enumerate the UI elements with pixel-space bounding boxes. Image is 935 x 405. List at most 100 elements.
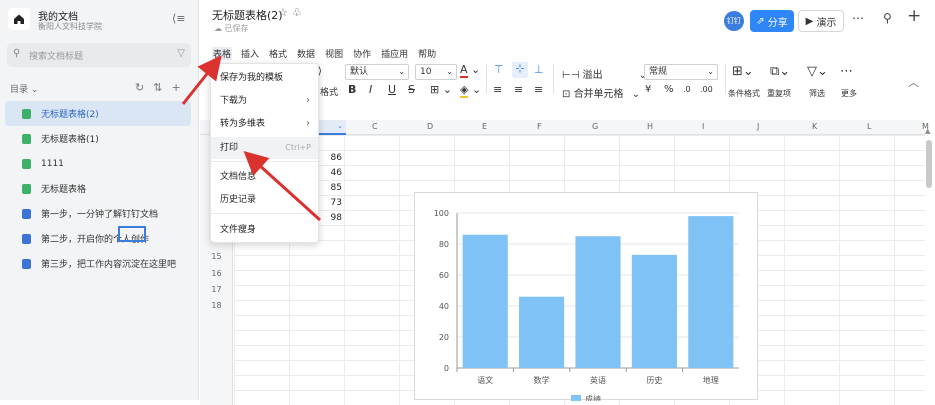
refresh-icon[interactable]: ↻ — [135, 81, 153, 94]
share-button[interactable]: ⇗ 分享 — [750, 10, 794, 32]
collapse-toolbar-icon[interactable]: ︿ — [908, 74, 919, 90]
file-menu-item[interactable]: 历史记录 — [211, 189, 318, 211]
cell-value[interactable]: 85 — [330, 183, 342, 193]
text-overflow-select[interactable]: ⊢⊣ 溢出 ⌄ — [562, 66, 647, 81]
doc-list-item[interactable]: 第三步，把工作内容沉淀在这里吧 — [5, 251, 191, 276]
fill-color-icon[interactable]: ◈ ⌄ — [460, 83, 481, 98]
star-icon[interactable]: ☆ — [278, 6, 292, 19]
menu-6[interactable]: 插应用 — [380, 47, 409, 60]
cell-value[interactable]: 46 — [330, 168, 342, 178]
y-tick-label: 0 — [444, 364, 449, 373]
doc-list-item[interactable]: 第二步，开启你的个人创作 — [5, 226, 191, 251]
menu-divider — [211, 213, 318, 214]
merge-cells-button[interactable]: ⊡ 合并单元格 ⌄ — [562, 85, 640, 100]
duplicate-icon[interactable]: ⧉⌄ — [770, 64, 790, 79]
toc-label[interactable]: 目录 ⌄ — [10, 82, 38, 95]
file-menu-item[interactable]: 文件瘦身 — [211, 219, 318, 241]
filter-icon[interactable]: ▽ — [177, 48, 185, 59]
cell-value[interactable]: 98 — [330, 213, 342, 223]
sort-icon[interactable]: ⇅ — [153, 81, 171, 94]
column-header-cell[interactable]: C — [372, 122, 378, 131]
bell-icon[interactable]: ♧ — [292, 6, 306, 19]
doc-list-item[interactable]: 第一步，一分钟了解钉钉文档 — [5, 201, 191, 226]
present-button[interactable]: ▶ 演示 — [798, 10, 844, 32]
doc-title[interactable]: 无标题表格(2) — [212, 7, 283, 23]
percent-icon[interactable]: % — [664, 84, 674, 95]
menu-2[interactable]: 格式 — [268, 47, 288, 60]
new-icon[interactable]: + — [907, 6, 921, 26]
collapse-sidebar-icon[interactable]: ⟨≡ — [172, 12, 186, 25]
increase-decimal-icon[interactable]: .00 — [700, 85, 713, 94]
scroll-up-icon[interactable]: ▲ — [925, 127, 930, 135]
menu-1[interactable]: 插入 — [240, 47, 260, 60]
align-top-icon[interactable]: ⊤ — [494, 63, 504, 76]
chart-svg: 020406080100语文 数学 英语 历史 地理成绩 — [434, 209, 739, 404]
underline-icon[interactable]: U — [388, 83, 396, 96]
align-center-icon[interactable]: ≡ — [514, 83, 523, 96]
column-header-cell[interactable]: L — [867, 122, 871, 131]
strikethrough-icon[interactable]: S — [408, 83, 415, 96]
row-header-cell[interactable]: 15 — [200, 252, 233, 261]
filter-label[interactable]: 筛选 — [809, 88, 825, 99]
doc-list-item[interactable]: 无标题表格(2) — [5, 101, 191, 126]
vertical-scrollbar[interactable] — [926, 140, 932, 188]
menu-0[interactable]: 表格 — [212, 47, 233, 60]
file-menu-item[interactable]: 打印 Ctrl+P — [211, 137, 318, 159]
column-header-cell[interactable]: E — [482, 122, 487, 131]
avatar[interactable]: 钉钉 — [724, 11, 744, 31]
more-label[interactable]: 更多 — [841, 88, 857, 99]
column-header-cell[interactable]: J — [757, 122, 759, 131]
menu-7[interactable]: 帮助 — [417, 47, 437, 60]
column-header-cell[interactable]: H — [647, 122, 653, 131]
bold-icon[interactable]: B — [348, 83, 356, 96]
chevron-right-icon: › — [306, 95, 310, 106]
doc-list-item[interactable]: 1111 — [5, 151, 191, 176]
file-menu-item[interactable]: 下载为 › — [211, 90, 318, 112]
currency-icon[interactable]: ¥ — [645, 84, 651, 95]
row-header-cell[interactable]: 17 — [200, 285, 233, 294]
row-header-cell[interactable]: 18 — [200, 301, 233, 310]
italic-icon[interactable]: I — [369, 83, 372, 96]
add-icon[interactable]: + — [171, 81, 189, 94]
column-header-cell[interactable]: F — [537, 122, 542, 131]
column-header-cell[interactable]: D — [427, 122, 433, 131]
doc-list-item[interactable]: 无标题表格(1) — [5, 126, 191, 151]
doc-list-item[interactable]: 无标题表格 — [5, 176, 191, 201]
menu-3[interactable]: 数据 — [296, 47, 316, 60]
cell-value[interactable]: 73 — [330, 198, 342, 208]
search-icon[interactable]: ⚲ — [883, 11, 892, 25]
font-size-select[interactable]: 10 ⌄ — [415, 64, 457, 80]
home-icon[interactable] — [8, 8, 30, 30]
bar-chart[interactable]: 0 20 40 60 80 100 语文 数学 英语 历史 地理 成绩 — [414, 192, 758, 404]
row-header-cell[interactable]: 16 — [200, 269, 233, 278]
align-middle-icon[interactable]: ⊹ — [512, 62, 528, 78]
doc-list-item-label: 第三步，把工作内容沉淀在这里吧 — [41, 260, 177, 270]
conditional-format-icon[interactable]: ⊞⌄ — [732, 64, 754, 79]
menu-5[interactable]: 协作 — [352, 47, 372, 60]
font-color-icon[interactable]: A ⌄ — [460, 63, 480, 78]
toc-tools: ↻⇅+ — [135, 81, 190, 94]
file-menu-item[interactable]: 文档信息 — [211, 166, 318, 188]
cell-value[interactable]: 86 — [330, 153, 342, 163]
number-format-select[interactable]: 常规 ⌄ — [644, 64, 718, 80]
column-header-cell[interactable]: K — [812, 122, 817, 131]
more-icon[interactable]: ⋯ — [840, 64, 853, 79]
align-left-icon[interactable]: ≡ — [493, 83, 502, 96]
file-menu-item[interactable]: 保存为我的模板 — [211, 67, 318, 89]
align-right-icon[interactable]: ≡ — [534, 83, 543, 96]
duplicate-label[interactable]: 重复项 — [767, 88, 791, 99]
align-bottom-icon[interactable]: ⊥ — [534, 63, 544, 76]
file-menu-item[interactable]: 转为多维表 › — [211, 113, 318, 135]
selected-cell[interactable] — [118, 226, 146, 242]
column-header-cell[interactable]: G — [592, 122, 598, 131]
border-icon[interactable]: ⊞ ⌄ — [430, 83, 452, 96]
menu-4[interactable]: 视图 — [324, 47, 344, 60]
decrease-decimal-icon[interactable]: .0 — [683, 85, 691, 94]
column-header-cell[interactable]: I — [702, 122, 704, 131]
conditional-format-label[interactable]: 条件格式 — [728, 88, 760, 99]
more-options-icon[interactable]: ⋯ — [852, 11, 864, 25]
filter-icon[interactable]: ▽⌄ — [807, 64, 828, 79]
search-input[interactable]: ⚲ 搜索文档标题 ▽ — [7, 43, 191, 67]
font-select[interactable]: 默认 ⌄ — [345, 64, 409, 80]
file-menu-item-label: 转为多维表 — [220, 119, 266, 129]
